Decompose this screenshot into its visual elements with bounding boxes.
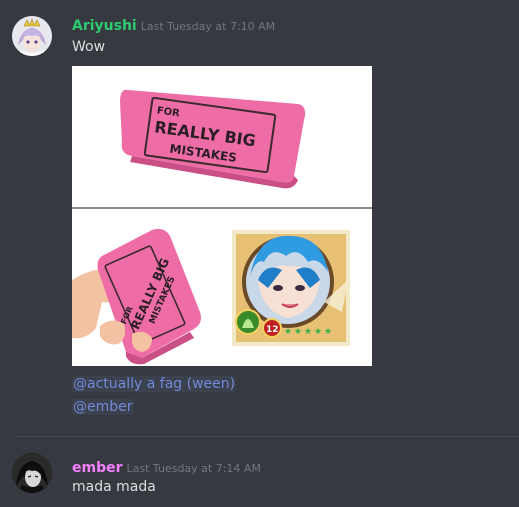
- message-divider: [16, 436, 519, 437]
- mention-actually[interactable]: @actually a fag (ween): [72, 376, 237, 392]
- message-header: Ariyushi Last Tuesday at 7:10 AM: [72, 15, 275, 34]
- message-ariyushi: Ariyushi Last Tuesday at 7:10 AM Wow FOR …: [0, 0, 519, 430]
- svg-text:★: ★: [324, 327, 332, 337]
- anime-avatar-icon: [12, 16, 52, 56]
- user-avatar[interactable]: [12, 16, 52, 56]
- game-card: 12 ★ ★ ★ ★ ★: [232, 230, 350, 346]
- timestamp: Last Tuesday at 7:14 AM: [126, 462, 261, 475]
- svg-text:★: ★: [304, 327, 312, 337]
- svg-text:★: ★: [314, 327, 322, 337]
- eraser-meme-image: FOR REALLY BIG MISTAKES FOR REALLY BIG M…: [72, 66, 372, 366]
- username[interactable]: ember: [72, 460, 123, 476]
- svg-text:★: ★: [294, 327, 302, 337]
- mention-ember[interactable]: @ember: [72, 399, 134, 415]
- image-attachment[interactable]: FOR REALLY BIG MISTAKES FOR REALLY BIG M…: [72, 66, 372, 366]
- message-text: Wow: [72, 39, 106, 55]
- svg-text:★: ★: [284, 327, 292, 337]
- message-text: mada mada: [72, 479, 156, 495]
- card-level: 12: [266, 325, 279, 335]
- username[interactable]: Ariyushi: [72, 18, 137, 34]
- message-header: ember Last Tuesday at 7:14 AM: [72, 457, 261, 476]
- dark-anime-avatar-icon: [12, 453, 52, 493]
- user-avatar[interactable]: [12, 453, 52, 493]
- timestamp: Last Tuesday at 7:10 AM: [140, 20, 276, 33]
- message-ember: ember Last Tuesday at 7:14 AM mada mada: [0, 440, 519, 507]
